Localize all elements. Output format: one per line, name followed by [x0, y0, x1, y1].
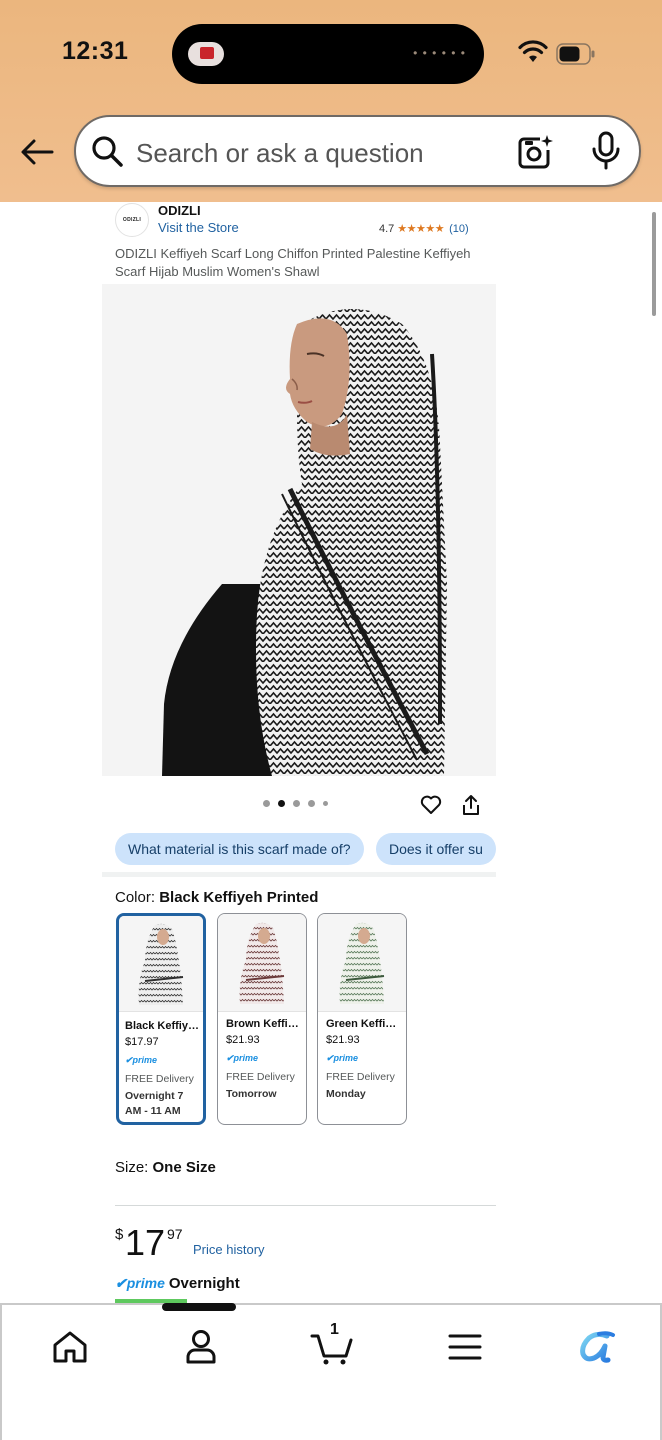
question-chip[interactable]: What material is this scarf made of?	[115, 833, 364, 865]
price-currency: $	[115, 1226, 124, 1243]
share-icon[interactable]	[461, 794, 481, 816]
status-icons	[518, 40, 602, 68]
prime-badge: ✔prime	[326, 1053, 359, 1063]
visit-store-link[interactable]: Visit the Store	[158, 220, 239, 235]
back-button[interactable]	[16, 132, 58, 172]
divider	[115, 1205, 496, 1206]
product-title: ODIZLI Keffiyeh Scarf Long Chiffon Print…	[115, 246, 471, 279]
wifi-icon	[518, 40, 548, 62]
selected-color-value: Black Keffiyeh Printed	[159, 889, 319, 906]
prime-badge: ✔prime	[226, 1053, 259, 1063]
color-label: Color: Black Keffiyeh Printed	[115, 889, 318, 906]
home-indicator[interactable]	[162, 1303, 236, 1311]
price-history-link[interactable]: Price history	[193, 1242, 265, 1257]
delivery-time: Monday	[326, 1088, 366, 1100]
image-carousel-dots[interactable]	[263, 800, 328, 807]
color-option-image	[119, 916, 203, 1012]
delivery-label: FREE Delivery	[326, 1071, 395, 1083]
delivery-label: FREE Delivery	[226, 1071, 295, 1083]
color-option-price: $21.93	[226, 1034, 260, 1046]
color-option-image	[318, 914, 406, 1012]
star-rating-icon: ★★★★★	[397, 223, 445, 235]
section-divider	[102, 872, 496, 877]
color-option-brown[interactable]: Brown Keffi… $21.93 ✔prime FREE Delivery…	[217, 913, 307, 1125]
color-option-black[interactable]: Black Keffiy… $17.97 ✔prime FREE Deliver…	[116, 913, 206, 1125]
color-option-price: $21.93	[326, 1034, 360, 1046]
product-image[interactable]	[102, 284, 496, 776]
prime-logo: ✔prime	[115, 1275, 165, 1291]
color-option-green[interactable]: Green Keffi… $21.93 ✔prime FREE Delivery…	[317, 913, 407, 1125]
store-logo[interactable]: ODIZLI	[115, 203, 149, 237]
size-label: Size: One Size	[115, 1159, 216, 1176]
brand-name: ODIZLI	[158, 203, 201, 218]
carousel-dot[interactable]	[293, 800, 300, 807]
cart-count-badge: 1	[330, 1321, 339, 1338]
home-icon	[53, 1331, 87, 1363]
carousel-dot[interactable]	[323, 801, 328, 806]
nav-menu[interactable]	[443, 1325, 487, 1369]
scarf-thumbnail	[239, 922, 285, 1004]
search-bar[interactable]: Search or ask a question	[74, 115, 641, 187]
bottom-navigation: 1	[0, 1303, 662, 1440]
suggested-questions: What material is this scarf made of? Doe…	[115, 833, 496, 867]
delivery-time: Tomorrow	[226, 1088, 277, 1100]
app-header: 12:31 • • • • • • Search or ask a questi…	[0, 0, 662, 202]
user-icon	[186, 1330, 216, 1364]
keffiyeh-model-photo	[102, 284, 496, 776]
scrollbar[interactable]	[652, 212, 656, 316]
rufus-assistant-icon	[580, 1331, 615, 1363]
color-option-name: Black Keffiy…	[125, 1020, 199, 1032]
voice-search-icon[interactable]	[590, 131, 622, 171]
rating-value: 4.7	[379, 222, 395, 235]
color-option-name: Brown Keffi…	[226, 1018, 299, 1030]
size-value: One Size	[152, 1159, 216, 1176]
rating-summary[interactable]: 4.7 ★★★★★ (10)	[379, 222, 469, 236]
carousel-dot-active[interactable]	[278, 800, 285, 807]
color-option-name: Green Keffi…	[326, 1018, 397, 1030]
prime-badge: ✔prime	[125, 1055, 158, 1065]
shipping-speed: Overnight	[168, 1275, 240, 1292]
wishlist-heart-icon[interactable]	[420, 794, 442, 816]
question-chip[interactable]: Does it offer su	[375, 833, 496, 865]
dynamic-island: • • • • • •	[172, 24, 484, 84]
search-input[interactable]: Search or ask a question	[136, 138, 424, 169]
prime-shipping: ✔prime Overnight	[115, 1275, 240, 1292]
color-option-image	[218, 914, 306, 1012]
rating-count-link[interactable]: (10)	[449, 223, 469, 235]
scarf-thumbnail	[138, 923, 184, 1005]
delivery-label: FREE Delivery	[125, 1073, 194, 1085]
back-arrow-icon	[21, 139, 54, 165]
status-time: 12:31	[62, 37, 129, 65]
nav-rufus-assistant[interactable]	[575, 1325, 619, 1369]
camera-search-icon[interactable]	[516, 133, 554, 171]
color-option-price: $17.97	[125, 1036, 159, 1048]
menu-icon	[448, 1334, 482, 1360]
battery-icon	[556, 43, 595, 65]
nav-account[interactable]	[179, 1325, 223, 1369]
island-activity-indicator: • • • • • •	[413, 46, 466, 60]
nav-cart[interactable]: 1	[310, 1321, 354, 1369]
nav-home[interactable]	[48, 1325, 92, 1369]
price-whole: 17	[125, 1222, 166, 1263]
delivery-time: Overnight 7 AM - 11 AM	[125, 1090, 184, 1117]
search-icon	[92, 136, 123, 167]
live-activity-thumbnail	[188, 42, 224, 66]
scarf-thumbnail	[339, 922, 385, 1004]
size-label-prefix: Size:	[115, 1159, 153, 1176]
carousel-dot[interactable]	[308, 800, 315, 807]
price-fraction: 97	[167, 1226, 183, 1242]
carousel-dot[interactable]	[263, 800, 270, 807]
color-label-prefix: Color:	[115, 889, 160, 906]
